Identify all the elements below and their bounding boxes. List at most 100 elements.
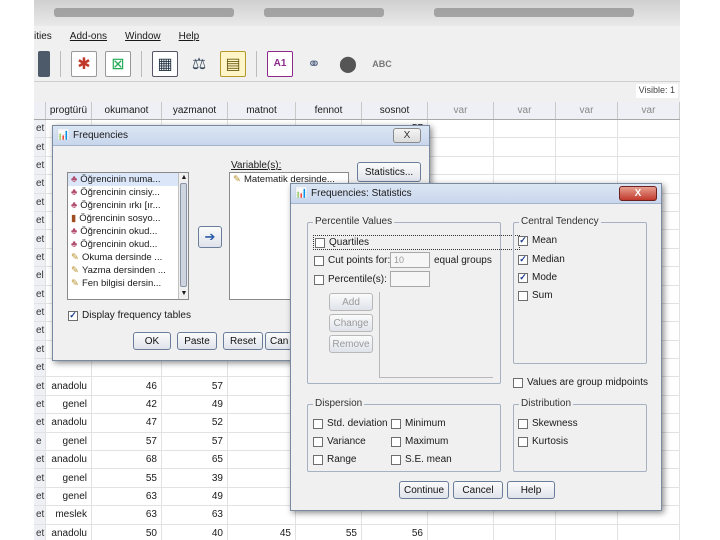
grid-cell[interactable] [228, 469, 296, 487]
row-number-cell[interactable]: et [34, 303, 46, 322]
grid-cell[interactable] [228, 506, 296, 524]
grid-cell[interactable]: 63 [92, 506, 162, 524]
grid-cell[interactable]: 57 [92, 432, 162, 451]
grid-cell[interactable] [228, 377, 296, 395]
column-header-3[interactable]: matnot [228, 102, 296, 119]
row-number-cell[interactable]: et [34, 414, 46, 432]
grid-cell[interactable] [618, 138, 680, 156]
grid-cell[interactable]: genel [46, 487, 92, 506]
grid-cell[interactable] [494, 120, 556, 138]
split-file-icon[interactable]: ⊠ [105, 50, 131, 77]
row-number-cell[interactable]: et [34, 524, 46, 540]
grid-cell[interactable] [46, 359, 92, 377]
skewness-checkbox[interactable]: Skewness [518, 418, 578, 429]
statistics-button[interactable]: Statistics... [357, 162, 421, 182]
menu-window[interactable]: Window [125, 31, 161, 42]
quartiles-checkbox[interactable]: Quartiles [313, 235, 521, 250]
grid-cell[interactable]: 56 [362, 524, 428, 540]
list-item[interactable]: ♣ Öğrencinin okud... [68, 225, 188, 238]
maximum-checkbox[interactable]: Maximum [391, 436, 448, 447]
list-item[interactable]: ✎ Okuma dersinde ... [68, 251, 188, 264]
grid-cell[interactable]: 40 [162, 524, 228, 540]
scroll-down-icon[interactable]: ▼ [179, 289, 189, 299]
grid-cell[interactable]: 42 [92, 395, 162, 414]
minimum-checkbox[interactable]: Minimum [391, 418, 446, 429]
grid-cell[interactable] [618, 120, 680, 138]
grid-cell[interactable] [618, 524, 680, 540]
scroll-up-icon[interactable]: ▲ [179, 173, 189, 183]
row-number-cell[interactable]: et [34, 451, 46, 469]
grid-cell[interactable]: 49 [162, 487, 228, 506]
grid-cell[interactable] [556, 156, 618, 175]
grid-cell[interactable]: anadolu [46, 524, 92, 540]
menu-utilities[interactable]: ities [34, 31, 52, 42]
range-checkbox[interactable]: Range [313, 454, 356, 465]
grid-cell[interactable]: 52 [162, 414, 228, 432]
grid-cell[interactable] [618, 156, 680, 175]
display-frequency-tables-checkbox[interactable]: ✓ Display frequency tables [68, 310, 191, 321]
row-number-cell[interactable]: et [34, 340, 46, 359]
grid-cell[interactable]: 39 [162, 469, 228, 487]
list-item[interactable]: ▮ Öğrencinin sosyo... [68, 212, 188, 225]
row-number-cell[interactable]: et [34, 377, 46, 395]
row-number-cell[interactable]: et [34, 487, 46, 506]
grid-view-icon[interactable]: ▦ [152, 50, 178, 77]
insert-cases-icon[interactable]: ✱ [71, 50, 97, 77]
show-all-variables-icon[interactable]: ⬤ [335, 51, 361, 77]
grid-cell[interactable] [494, 138, 556, 156]
median-checkbox[interactable]: ✓ Median [518, 254, 565, 265]
remove-button[interactable]: Remove [329, 335, 373, 353]
reset-button[interactable]: Reset [223, 332, 263, 350]
grid-cell[interactable]: 46 [92, 377, 162, 395]
row-number-cell[interactable]: e [34, 432, 46, 451]
grid-cell[interactable] [428, 524, 494, 540]
grid-cell[interactable]: 57 [162, 432, 228, 451]
row-number-cell[interactable]: et [34, 248, 46, 267]
grid-cell[interactable] [228, 432, 296, 451]
row-number-cell[interactable]: et [34, 359, 46, 377]
column-header-4[interactable]: fennot [296, 102, 362, 119]
cut-points-input[interactable]: 10 [390, 252, 430, 268]
grid-cell[interactable]: anadolu [46, 414, 92, 432]
select-cases-icon[interactable]: ▤ [220, 50, 246, 77]
column-header-2[interactable]: yazmanot [162, 102, 228, 119]
row-number-cell[interactable]: et [34, 469, 46, 487]
source-list-scrollbar[interactable]: ▲ ▼ [178, 173, 188, 299]
grid-cell[interactable]: genel [46, 432, 92, 451]
row-number-cell[interactable]: et [34, 230, 46, 248]
move-variable-button[interactable]: ➔ [198, 226, 222, 248]
column-header-9[interactable]: var [618, 102, 680, 119]
grid-cell[interactable] [228, 359, 296, 377]
grid-cell[interactable]: 55 [296, 524, 362, 540]
variance-checkbox[interactable]: Variance [313, 436, 366, 447]
grid-cell[interactable]: anadolu [46, 377, 92, 395]
grid-cell[interactable]: anadolu [46, 451, 92, 469]
weight-cases-icon[interactable]: ⚖ [186, 51, 212, 77]
grid-cell[interactable]: genel [46, 469, 92, 487]
grid-cell[interactable]: 45 [228, 524, 296, 540]
row-number-cell[interactable]: et [34, 285, 46, 303]
group-midpoints-checkbox[interactable]: Values are group midpoints [513, 377, 648, 388]
grid-cell[interactable] [556, 138, 618, 156]
grid-cell[interactable]: 49 [162, 395, 228, 414]
grid-cell[interactable]: meslek [46, 506, 92, 524]
grid-cell[interactable]: 68 [92, 451, 162, 469]
mean-checkbox[interactable]: ✓ Mean [518, 235, 557, 246]
list-item[interactable]: ♣ Öğrencinin ırkı [ır... [68, 199, 188, 212]
grid-cell[interactable]: 55 [92, 469, 162, 487]
column-header-6[interactable]: var [428, 102, 494, 119]
row-number-cell[interactable]: et [34, 193, 46, 211]
cut-points-checkbox[interactable]: Cut points for: [314, 255, 390, 266]
grid-cell[interactable] [428, 156, 494, 175]
column-header-7[interactable]: var [494, 102, 556, 119]
percentiles-input[interactable] [390, 271, 430, 287]
menu-help[interactable]: Help [179, 31, 200, 42]
grid-cell[interactable] [228, 451, 296, 469]
grid-cell[interactable] [494, 524, 556, 540]
value-labels-icon[interactable]: A1 [267, 50, 293, 77]
grid-cell[interactable]: 63 [92, 487, 162, 506]
grid-cell[interactable] [556, 524, 618, 540]
statistics-close-button[interactable]: X [619, 186, 657, 201]
column-header-1[interactable]: okumanot [92, 102, 162, 119]
std-deviation-checkbox[interactable]: Std. deviation [313, 418, 388, 429]
